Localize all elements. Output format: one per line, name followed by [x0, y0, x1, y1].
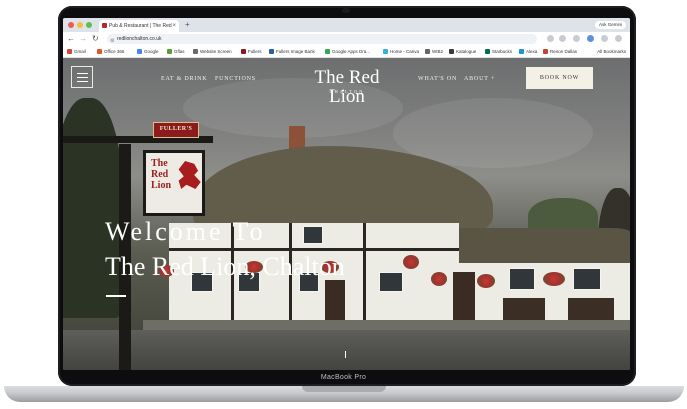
hanging-basket	[477, 274, 495, 288]
site-logo-subtitle: CHALTON	[329, 89, 365, 94]
bookmark-reiron-dallas[interactable]: Reiron Dallas	[543, 47, 577, 56]
bookmark-starbucks[interactable]: Starbucks	[485, 47, 512, 56]
scroll-indicator[interactable]	[345, 351, 346, 358]
tab-title: Pub & Restaurant | The Red	[109, 23, 172, 29]
chrome-menu-icon[interactable]	[615, 35, 622, 42]
hero-heading-line1: Welcome To	[105, 217, 266, 246]
maximize-window-button[interactable]	[86, 22, 92, 28]
road	[63, 330, 630, 370]
red-lion-emblem-icon	[178, 161, 201, 189]
google-icon	[137, 49, 142, 54]
timber-beam	[363, 223, 366, 323]
camera-notch	[342, 8, 350, 13]
bookmarks-bar: Gmail Office 365 Google Gflas Website Sc…	[63, 46, 630, 58]
all-bookmarks-button[interactable]: All Bookmarks	[597, 47, 626, 56]
wib2-icon	[425, 49, 430, 54]
nav-eat-drink-link[interactable]: EAT & DRINK	[161, 76, 207, 82]
ask-gemini-button[interactable]: Ask Gemini	[594, 21, 626, 29]
tab-close-icon[interactable]: ×	[172, 20, 176, 32]
tree	[63, 98, 123, 318]
starbucks-icon	[485, 49, 490, 54]
browser-toolbar: ← → ↻ ⚙ redlionchalton.co.uk	[63, 32, 630, 46]
new-tab-button[interactable]: +	[185, 20, 190, 29]
site-logo[interactable]: The Red Lion	[307, 68, 387, 106]
bookmark-star-icon[interactable]	[559, 35, 566, 42]
laptop-hinge-notch	[302, 386, 386, 392]
bookmark-google-apps[interactable]: Google Apps Dra...	[325, 47, 370, 56]
bookmark-gmail[interactable]: Gmail	[67, 47, 86, 56]
reload-icon[interactable]: ↻	[92, 34, 99, 44]
gflas-icon	[167, 49, 172, 54]
hero-heading-line2: The Red Lion, Chalton	[105, 252, 345, 281]
garden-bench	[503, 298, 545, 322]
bookmark-katalogue[interactable]: Katalogue	[449, 47, 476, 56]
google-apps-icon	[325, 49, 330, 54]
bookmark-google[interactable]: Google	[137, 47, 159, 56]
tab-strip: Pub & Restaurant | The Red × + Ask Gemin…	[63, 18, 630, 32]
canva-icon	[383, 49, 388, 54]
cottage-door	[325, 280, 345, 322]
bookmark-wib2[interactable]: WIB2	[425, 47, 443, 56]
extension-icon[interactable]	[573, 35, 580, 42]
menu-line	[77, 81, 88, 82]
nav-whats-on-link[interactable]: WHAT'S ON	[418, 76, 457, 82]
image-bank-icon	[269, 49, 274, 54]
download-icon[interactable]	[587, 35, 594, 42]
reiron-icon	[543, 49, 548, 54]
menu-line	[77, 73, 88, 74]
hero-divider	[106, 295, 126, 297]
thatched-roof	[433, 228, 630, 266]
bookmark-fullers-image-bank[interactable]: Fullers Image Bank	[269, 47, 315, 56]
cottage-window	[509, 268, 535, 290]
pub-sign-word: Lion	[151, 180, 172, 191]
bookmark-canva[interactable]: Home - Canva	[383, 47, 419, 56]
bookmark-alexa[interactable]: Alexa	[519, 47, 537, 56]
website-screen-icon	[193, 49, 198, 54]
site-favicon-icon	[102, 23, 107, 28]
pub-sign-board: The Red Lion	[143, 150, 205, 216]
forward-arrow-icon[interactable]: →	[79, 34, 87, 44]
hanging-basket	[403, 255, 419, 269]
pub-sign-word: Red	[151, 169, 169, 180]
address-url: redlionchalton.co.uk	[117, 36, 162, 42]
back-arrow-icon[interactable]: ←	[67, 34, 75, 44]
device-label: MacBook Pro	[320, 374, 367, 381]
office-icon	[97, 49, 102, 54]
nav-about-link[interactable]: ABOUT +	[464, 76, 495, 82]
katalogue-icon	[449, 49, 454, 54]
cottage-window	[303, 226, 323, 244]
garden-bench	[568, 298, 614, 322]
cottage-window	[379, 272, 403, 292]
browser-tab-active[interactable]: Pub & Restaurant | The Red ×	[99, 20, 179, 32]
address-bar[interactable]: ⚙ redlionchalton.co.uk	[107, 34, 537, 44]
cottage-window	[573, 268, 601, 290]
site-info-icon[interactable]: ⚙	[110, 36, 114, 46]
cottage-door	[453, 272, 475, 322]
password-key-icon[interactable]	[547, 35, 554, 42]
browser-window: Pub & Restaurant | The Red × + Ask Gemin…	[63, 18, 630, 370]
fullers-icon	[241, 49, 246, 54]
bookmark-gflas[interactable]: Gflas	[167, 47, 185, 56]
timber-beam	[169, 248, 459, 251]
fullers-sign: FULLER'S	[153, 122, 199, 138]
bookmark-website-screen[interactable]: Website Screen	[193, 47, 232, 56]
bookmark-office-365[interactable]: Office 365	[97, 47, 124, 56]
hero-section: FULLER'S The Red Lion EAT & DRINK FUNCTI…	[63, 58, 630, 370]
gmail-icon	[67, 49, 72, 54]
hanging-basket	[431, 272, 447, 286]
close-window-button[interactable]	[68, 22, 74, 28]
nav-functions-link[interactable]: FUNCTIONS	[215, 76, 256, 82]
alexa-icon	[519, 49, 524, 54]
menu-line	[77, 77, 88, 78]
profile-avatar-icon[interactable]	[601, 35, 608, 42]
minimize-window-button[interactable]	[77, 22, 83, 28]
hanging-basket	[543, 272, 565, 286]
book-now-button[interactable]: BOOK NOW	[526, 67, 593, 89]
pub-sign-word: The	[151, 158, 168, 169]
hamburger-menu-button[interactable]	[71, 66, 93, 88]
bookmark-fullers[interactable]: Fullers	[241, 47, 262, 56]
